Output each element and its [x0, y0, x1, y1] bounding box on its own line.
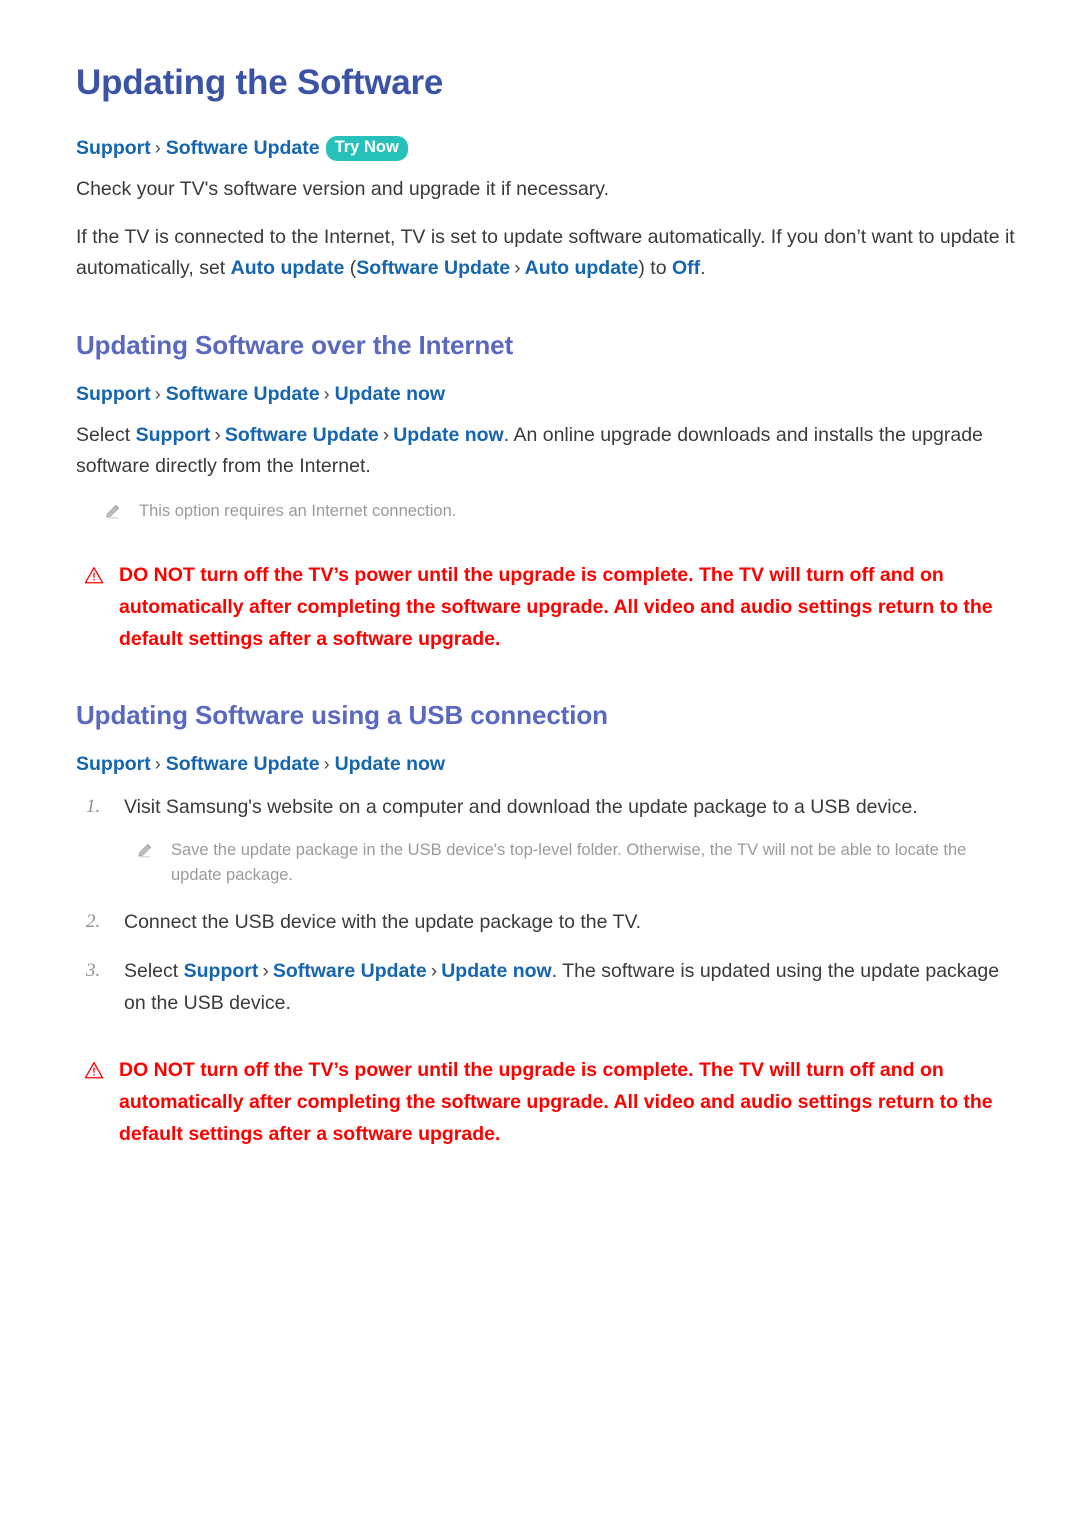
internet-paragraph: Select Support › Software Update › Update no…: [76, 420, 1018, 483]
try-now-badge[interactable]: Try Now: [325, 136, 408, 161]
chevron-right-icon: ›: [214, 423, 221, 446]
section-heading-internet: Updating Software over the Internet: [76, 330, 514, 360]
breadcrumb-item-support[interactable]: Support: [76, 753, 151, 775]
note-text: This option requires an Internet connect…: [139, 501, 457, 520]
list-item: 3. Select Support › Software Update › Update …: [76, 956, 1018, 1019]
link-software-update[interactable]: Software Update: [273, 960, 427, 982]
chevron-right-icon: ›: [514, 257, 521, 280]
link-auto-update-2[interactable]: Auto update: [525, 257, 639, 279]
step-number: 2.: [86, 910, 101, 932]
step-number: 3.: [86, 960, 101, 982]
breadcrumb-internet: Support › Software Update › Update now: [76, 380, 1018, 408]
usb-steps-list: 1. Visit Samsung's website on a computer …: [76, 792, 1018, 1019]
pencil-icon: [136, 838, 156, 859]
intro-paragraph-2: If the TV is connected to the Internet, …: [76, 222, 1018, 285]
breadcrumb-intro: Support › Software Update Try Now: [76, 134, 1018, 162]
breadcrumb-item-software-update[interactable]: Software Update: [166, 137, 320, 159]
section-heading-usb: Updating Software using a USB connection: [76, 700, 608, 731]
link-off[interactable]: Off: [672, 257, 700, 279]
warning-triangle-icon: [84, 560, 106, 584]
document-page: Updating the Software Support › Software U…: [0, 0, 1080, 1527]
text-fragment: . An online upgrade downloads and instal…: [76, 423, 983, 478]
breadcrumb-item-software-update[interactable]: Software Update: [166, 383, 320, 405]
list-item: 2. Connect the USB device with the update…: [76, 907, 1018, 939]
step-text: Visit Samsung's website on a computer an…: [124, 795, 918, 818]
chevron-right-icon: ›: [430, 960, 438, 983]
page-title: Updating the Software: [76, 63, 444, 102]
breadcrumb-item-update-now[interactable]: Update now: [335, 383, 446, 405]
note-internet-connection: This option requires an Internet connect…: [104, 499, 1009, 525]
step-text: Connect the USB device with the update p…: [124, 910, 642, 933]
chevron-right-icon: ›: [154, 753, 161, 774]
text-fragment: .: [700, 257, 706, 280]
warning-usb: DO NOT turn off the TV’s power until the…: [84, 1055, 1018, 1150]
pencil-icon: [104, 499, 124, 520]
breadcrumb-item-support[interactable]: Support: [76, 383, 151, 405]
link-update-now[interactable]: Update now: [441, 960, 552, 982]
warning-triangle-icon: [84, 1055, 106, 1079]
text-fragment: Select: [76, 423, 136, 446]
warning-text: DO NOT turn off the TV’s power until the…: [119, 1059, 993, 1145]
breadcrumb-item-update-now[interactable]: Update now: [335, 753, 446, 775]
warning-internet: DO NOT turn off the TV’s power until the…: [84, 560, 1018, 655]
chevron-right-icon: ›: [154, 383, 161, 404]
note-save-package: Save the update package in the USB devic…: [136, 838, 1016, 889]
document-content: Updating the Software Support › Software U…: [0, 0, 1080, 1150]
breadcrumb-item-support[interactable]: Support: [76, 137, 151, 159]
warning-text: DO NOT turn off the TV’s power until the…: [119, 564, 993, 650]
breadcrumb-usb: Support › Software Update › Update now: [76, 750, 1018, 778]
chevron-right-icon: ›: [323, 383, 330, 404]
breadcrumb-item-software-update[interactable]: Software Update: [166, 753, 320, 775]
text-fragment: ) to: [638, 257, 672, 280]
note-text: Save the update package in the USB devic…: [171, 840, 967, 885]
link-software-update[interactable]: Software Update: [225, 424, 379, 446]
chevron-right-icon: ›: [154, 138, 161, 158]
link-update-now[interactable]: Update now: [393, 424, 504, 446]
list-item: 1. Visit Samsung's website on a computer …: [76, 792, 1018, 889]
text-fragment: Select: [124, 960, 184, 983]
link-support[interactable]: Support: [136, 424, 211, 446]
chevron-right-icon: ›: [382, 423, 390, 446]
step-number: 1.: [86, 795, 101, 817]
chevron-right-icon: ›: [262, 960, 269, 983]
link-software-update[interactable]: Software Update: [356, 257, 510, 279]
link-support[interactable]: Support: [184, 960, 259, 982]
link-auto-update[interactable]: Auto update: [231, 257, 345, 279]
chevron-right-icon: ›: [323, 753, 330, 774]
text-fragment: (: [344, 257, 357, 280]
intro-paragraph-1: Check your TV's software version and upg…: [76, 178, 610, 201]
